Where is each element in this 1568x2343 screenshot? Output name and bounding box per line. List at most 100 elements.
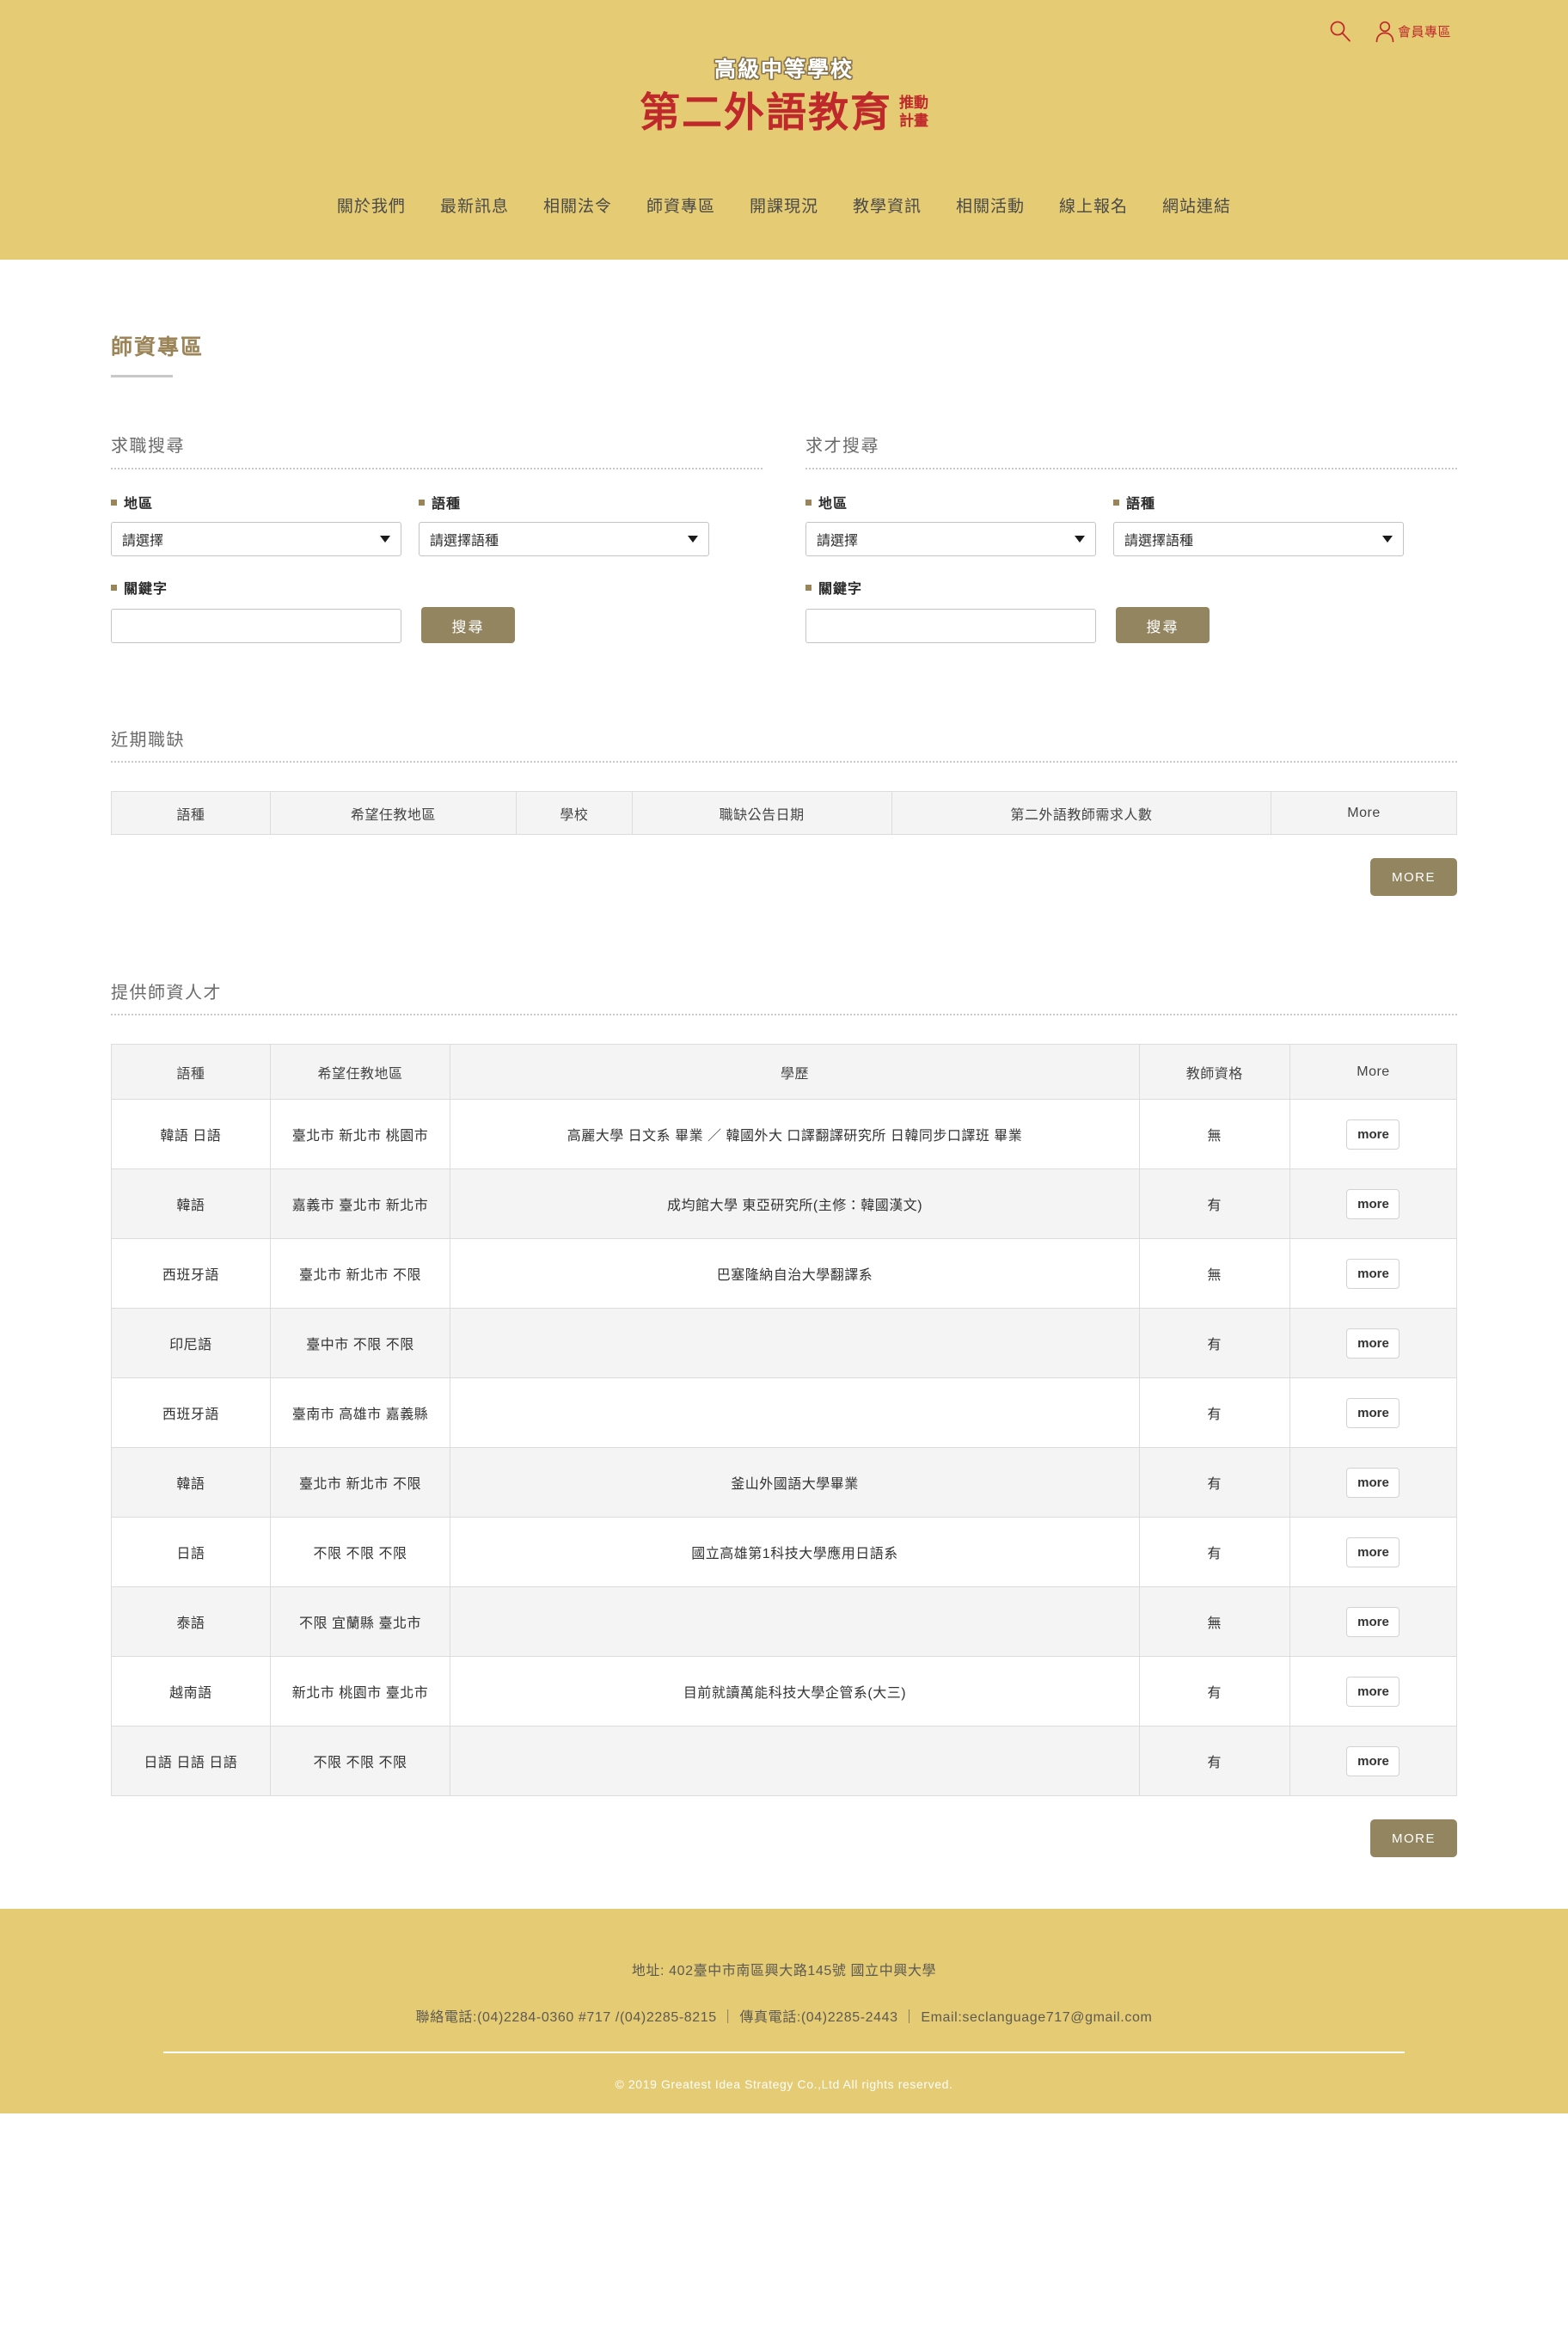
talent-seek-region-select[interactable]: 請選擇 xyxy=(805,522,1096,556)
talent-row-more-button[interactable]: more xyxy=(1346,1328,1400,1359)
table-row: 越南語 新北市 桃園市 臺北市 目前就讀萬能科技大學企管系(大三) 有 more xyxy=(111,1656,1458,1727)
bullet-icon xyxy=(111,584,117,591)
page-title: 師資專區 xyxy=(111,335,205,359)
member-area-link[interactable]: 會員專區 xyxy=(1375,20,1451,42)
talent-row-more-button[interactable]: more xyxy=(1346,1606,1400,1637)
talent-cell-cert: 有 xyxy=(1138,1308,1290,1378)
talent-cell-more: more xyxy=(1289,1238,1458,1309)
talent-cell-cert: 有 xyxy=(1138,1168,1290,1239)
talent-seek-search-button[interactable]: 搜尋 xyxy=(1116,607,1210,643)
nav-item-register[interactable]: 線上報名 xyxy=(1042,193,1145,217)
talent-cell-cert: 無 xyxy=(1138,1238,1290,1309)
recent-jobs-more-button[interactable]: MORE xyxy=(1370,858,1457,896)
talent-cell-cert: 無 xyxy=(1138,1099,1290,1169)
talent-row-more-button[interactable]: more xyxy=(1346,1467,1400,1498)
talent-seek-language-value: 請選擇語種 xyxy=(1124,534,1194,549)
job-seek-region-label-wrap: 地區 xyxy=(111,492,401,512)
talent-seek-language-field: 語種 請選擇語種 xyxy=(1113,492,1404,556)
table-row: 印尼語 臺中市 不限 不限 有 more xyxy=(111,1308,1458,1378)
bullet-icon xyxy=(805,584,812,591)
chevron-down-icon xyxy=(688,536,698,543)
main-navigation: 關於我們 最新訊息 相關法令 師資專區 開課現況 教學資訊 相關活動 線上報名 … xyxy=(0,193,1568,217)
talent-seek-keyword-input[interactable] xyxy=(805,609,1096,643)
talent-cell-language: 越南語 xyxy=(111,1656,271,1727)
talent-cell-region: 嘉義市 臺北市 新北市 xyxy=(269,1168,451,1239)
job-seek-language-label-wrap: 語種 xyxy=(419,492,709,512)
chevron-down-icon xyxy=(1382,536,1393,543)
talent-cell-education xyxy=(450,1586,1140,1657)
talent-list-more-button[interactable]: MORE xyxy=(1370,1819,1457,1857)
job-seek-language-field: 語種 請選擇語種 xyxy=(419,492,709,556)
nav-item-teachers[interactable]: 師資專區 xyxy=(629,193,732,217)
search-icon xyxy=(1330,21,1351,42)
talent-cell-more: more xyxy=(1289,1377,1458,1448)
talent-cell-education: 國立高雄第1科技大學應用日語系 xyxy=(450,1517,1140,1587)
talent-cell-language: 印尼語 xyxy=(111,1308,271,1378)
job-seek-keyword-input[interactable] xyxy=(111,609,401,643)
job-seek-region-field: 地區 請選擇 xyxy=(111,492,401,556)
job-seek-language-select[interactable]: 請選擇語種 xyxy=(419,522,709,556)
talent-cell-region: 臺北市 新北市 不限 xyxy=(269,1447,451,1518)
talent-cell-education: 巴塞隆納自治大學翻譯系 xyxy=(450,1238,1140,1309)
talent-cell-language: 日語 日語 日語 xyxy=(111,1726,271,1796)
talent-cell-cert: 有 xyxy=(1138,1377,1290,1448)
talent-cell-language: 日語 xyxy=(111,1517,271,1587)
bullet-icon xyxy=(419,499,425,506)
site-logo[interactable]: 高級中等學校 第二外語教育 推動 計畫 xyxy=(0,57,1568,133)
person-icon xyxy=(1375,21,1394,42)
recent-jobs-section: 近期職缺 語種 希望任教地區 學校 職缺公告日期 第二外語教師需求人數 More… xyxy=(111,726,1458,896)
talent-seek-language-label-wrap: 語種 xyxy=(1113,492,1404,512)
nav-item-courses[interactable]: 開課現況 xyxy=(732,193,836,217)
job-seek-region-select[interactable]: 請選擇 xyxy=(111,522,401,556)
talent-cell-region: 臺北市 新北市 桃園市 xyxy=(269,1099,451,1169)
talent-cell-more: more xyxy=(1289,1517,1458,1587)
nav-item-events[interactable]: 相關活動 xyxy=(939,193,1042,217)
search-button[interactable] xyxy=(1328,19,1352,43)
title-underline xyxy=(111,375,173,377)
col-cert: 教師資格 xyxy=(1138,1044,1290,1100)
talent-row-more-button[interactable]: more xyxy=(1346,1676,1400,1707)
col-language: 語種 xyxy=(111,791,271,835)
talent-seek-region-label-wrap: 地區 xyxy=(805,492,1096,512)
chevron-down-icon xyxy=(380,536,390,543)
talent-row-more-button[interactable]: more xyxy=(1346,1536,1400,1567)
talent-cell-region: 臺南市 高雄市 嘉義縣 xyxy=(269,1377,451,1448)
job-seek-heading: 求職搜尋 xyxy=(111,432,763,469)
talent-cell-language: 韓語 xyxy=(111,1447,271,1518)
footer-contact: 聯絡電話:(04)2284-0360 #717 /(04)2285-8215 ｜… xyxy=(415,2010,1153,2025)
footer-address: 地址: 402臺中市南區興大路145號 國立中興大學 xyxy=(631,1964,937,1978)
nav-item-about[interactable]: 關於我們 xyxy=(320,193,423,217)
nav-item-news[interactable]: 最新訊息 xyxy=(423,193,526,217)
talent-row-more-button[interactable]: more xyxy=(1346,1258,1400,1289)
utility-bar: 會員專區 xyxy=(1328,19,1451,43)
col-region: 希望任教地區 xyxy=(269,1044,451,1100)
job-seek-search-button[interactable]: 搜尋 xyxy=(421,607,515,643)
nav-item-laws[interactable]: 相關法令 xyxy=(526,193,629,217)
talent-seek-region-label: 地區 xyxy=(818,497,848,512)
table-row: 韓語 日語 臺北市 新北市 桃園市 高麗大學 日文系 畢業 ／ 韓國外大 口譯翻譯研… xyxy=(111,1099,1458,1169)
talent-cell-education: 目前就讀萬能科技大學企管系(大三) xyxy=(450,1656,1140,1727)
talent-row-more-button[interactable]: more xyxy=(1346,1188,1400,1219)
table-header-row: 語種 希望任教地區 學歷 教師資格 More xyxy=(111,1044,1458,1100)
talent-cell-language: 西班牙語 xyxy=(111,1377,271,1448)
talent-row-more-button[interactable]: more xyxy=(1346,1397,1400,1428)
search-section: 求職搜尋 地區 請選擇 語種 請選擇語種 關鍵字 搜尋 求才搜尋 地區 請選擇 … xyxy=(111,432,1457,643)
talent-row-more-button[interactable]: more xyxy=(1346,1119,1400,1150)
table-header-row: 語種 希望任教地區 學校 職缺公告日期 第二外語教師需求人數 More xyxy=(111,791,1458,835)
logo-tagline-line2: 計畫 xyxy=(899,113,928,130)
talent-seek-language-label: 語種 xyxy=(1126,497,1156,512)
talent-cell-more: more xyxy=(1289,1726,1458,1796)
job-seek-keyword-label: 關鍵字 xyxy=(124,582,168,597)
table-row: 日語 日語 日語 不限 不限 不限 有 more xyxy=(111,1726,1458,1796)
talent-cell-cert: 有 xyxy=(1138,1656,1290,1727)
nav-item-teaching-info[interactable]: 教學資訊 xyxy=(836,193,939,217)
talent-seek-language-select[interactable]: 請選擇語種 xyxy=(1113,522,1404,556)
talent-cell-cert: 有 xyxy=(1138,1517,1290,1587)
talent-seek-panel: 求才搜尋 地區 請選擇 語種 請選擇語種 關鍵字 搜尋 xyxy=(805,432,1457,643)
talent-cell-region: 不限 不限 不限 xyxy=(269,1517,451,1587)
talent-cell-more: more xyxy=(1289,1099,1458,1169)
talent-cell-more: more xyxy=(1289,1308,1458,1378)
talent-row-more-button[interactable]: more xyxy=(1346,1745,1400,1776)
nav-item-links[interactable]: 網站連結 xyxy=(1145,193,1248,217)
talent-cell-region: 新北市 桃園市 臺北市 xyxy=(269,1656,451,1727)
